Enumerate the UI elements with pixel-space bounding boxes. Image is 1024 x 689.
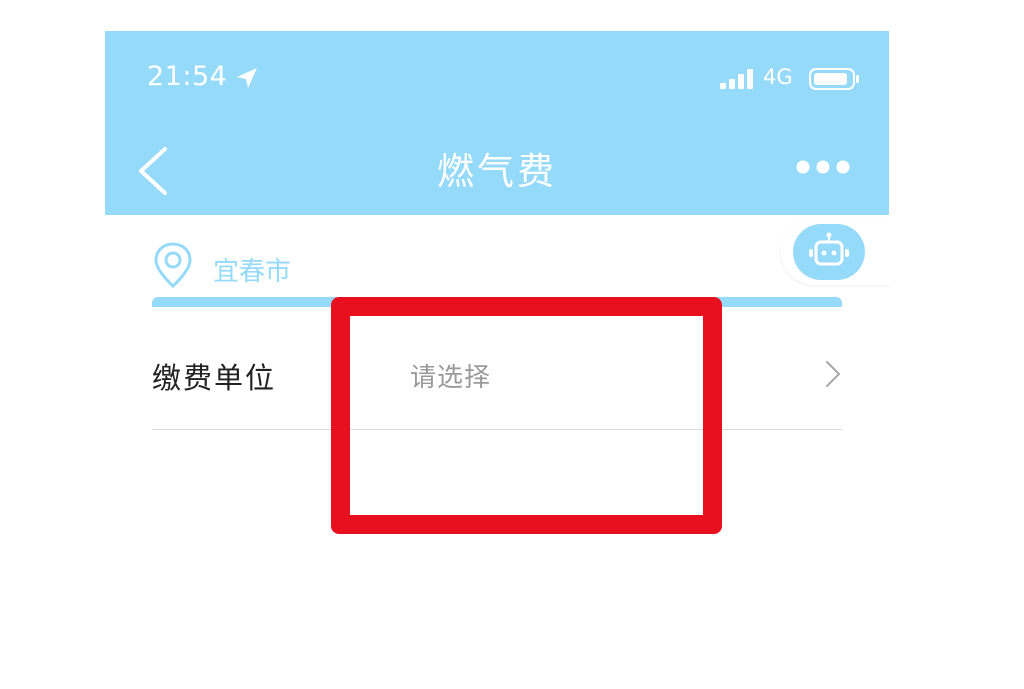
map-pin-icon <box>154 242 192 289</box>
screenshot-canvas: 21:54 4G 燃气费 宜春市 缴费单位 请选择 <box>0 0 1024 689</box>
payee-unit-label: 缴费单位 <box>152 361 277 395</box>
city-name: 宜春市 <box>213 257 292 287</box>
network-type: 4G <box>763 65 793 89</box>
location-selector[interactable]: 宜春市 <box>153 239 453 289</box>
chevron-right-icon <box>826 361 840 387</box>
header-bar: 21:54 4G 燃气费 <box>105 31 889 215</box>
page-title: 燃气费 <box>437 150 557 193</box>
location-arrow-icon <box>237 68 257 88</box>
robot-icon <box>809 232 849 266</box>
battery-icon <box>809 68 859 90</box>
more-dots-icon[interactable] <box>793 157 853 177</box>
status-time: 21:54 <box>147 61 228 92</box>
assistant-button[interactable] <box>793 224 865 280</box>
signal-bars-icon <box>720 69 753 89</box>
assistant-float <box>781 219 889 285</box>
annotation-highlight-box <box>331 297 722 534</box>
